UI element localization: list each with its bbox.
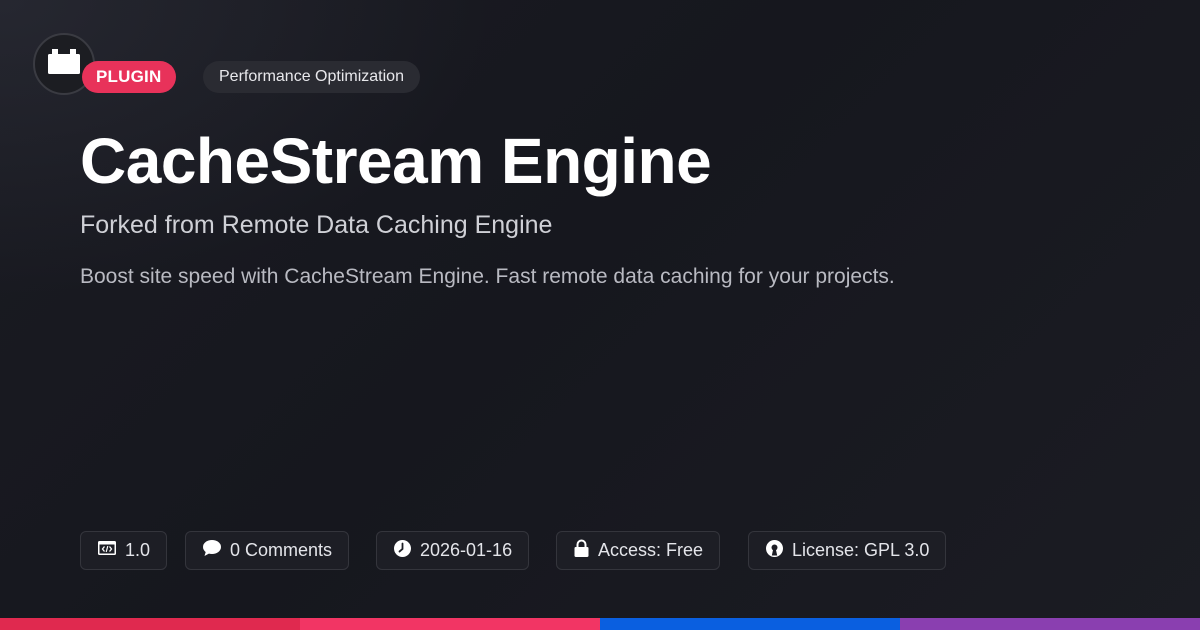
stripe-segment — [900, 618, 1200, 630]
plugin-type-badge: PLUGIN — [82, 61, 177, 93]
license-text: License: GPL 3.0 — [792, 540, 930, 560]
plugin-block-icon — [46, 48, 82, 81]
date-pill: 2026-01-16 — [376, 531, 530, 570]
access-pill: Access: Free — [556, 531, 721, 570]
version-pill: 1.0 — [80, 531, 168, 570]
date-text: 2026-01-16 — [420, 540, 513, 560]
clock-icon — [393, 539, 420, 563]
color-stripe — [0, 618, 1200, 630]
comments-pill[interactable]: 0 Comments — [185, 531, 350, 570]
plugin-description: Boost site speed with CacheStream Engine… — [80, 265, 895, 288]
stripe-segment — [600, 618, 900, 630]
open-source-icon — [765, 539, 792, 563]
fork-subtitle: Forked from Remote Data Caching Engine — [80, 211, 553, 239]
license-pill: License: GPL 3.0 — [748, 531, 947, 570]
version-text: 1.0 — [125, 540, 151, 560]
speech-bubble-icon — [202, 539, 230, 562]
category-badge[interactable]: Performance Optimization — [203, 61, 420, 93]
stripe-segment — [300, 618, 600, 630]
code-window-icon — [97, 539, 125, 562]
access-text: Access: Free — [598, 540, 704, 560]
comments-text: 0 Comments — [230, 540, 333, 560]
page-title: CacheStream Engine — [80, 125, 712, 197]
stripe-segment — [0, 618, 300, 630]
lock-icon — [573, 539, 598, 563]
